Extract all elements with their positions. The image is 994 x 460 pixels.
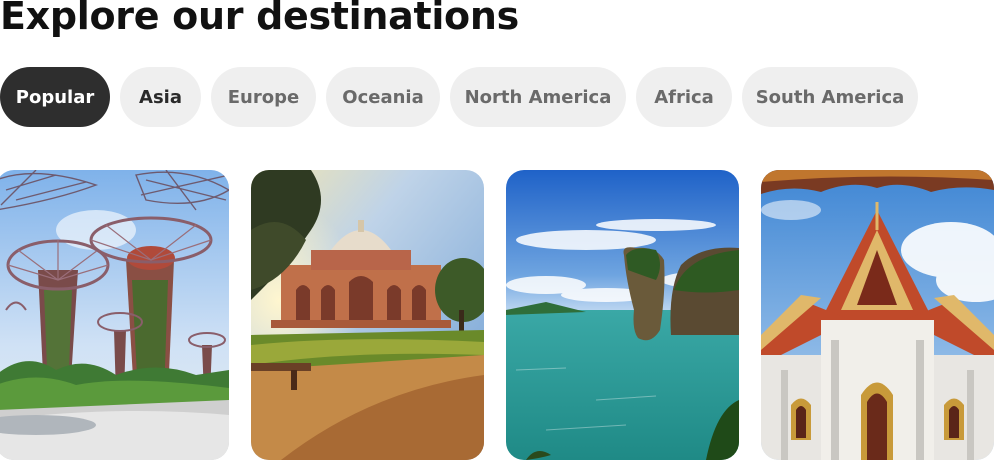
tab-south-america[interactable]: South America (742, 67, 918, 127)
mughal-tomb-image (251, 170, 484, 460)
tab-asia[interactable]: Asia (120, 67, 201, 127)
destination-card-tomb[interactable] (251, 170, 484, 460)
tab-europe[interactable]: Europe (211, 67, 316, 127)
tab-popular[interactable]: Popular (0, 67, 110, 127)
page-title: Explore our destinations (0, 0, 519, 38)
tab-oceania[interactable]: Oceania (326, 67, 440, 127)
tab-africa[interactable]: Africa (636, 67, 732, 127)
sea-stack-island-image (506, 170, 739, 460)
tab-north-america[interactable]: North America (450, 67, 626, 127)
destination-card-island[interactable] (506, 170, 739, 460)
destination-cards (0, 170, 994, 460)
destination-card-temple[interactable] (761, 170, 994, 460)
destination-card-gardens[interactable] (0, 170, 229, 460)
gardens-supertree-image (0, 170, 229, 460)
thai-temple-image (761, 170, 994, 460)
